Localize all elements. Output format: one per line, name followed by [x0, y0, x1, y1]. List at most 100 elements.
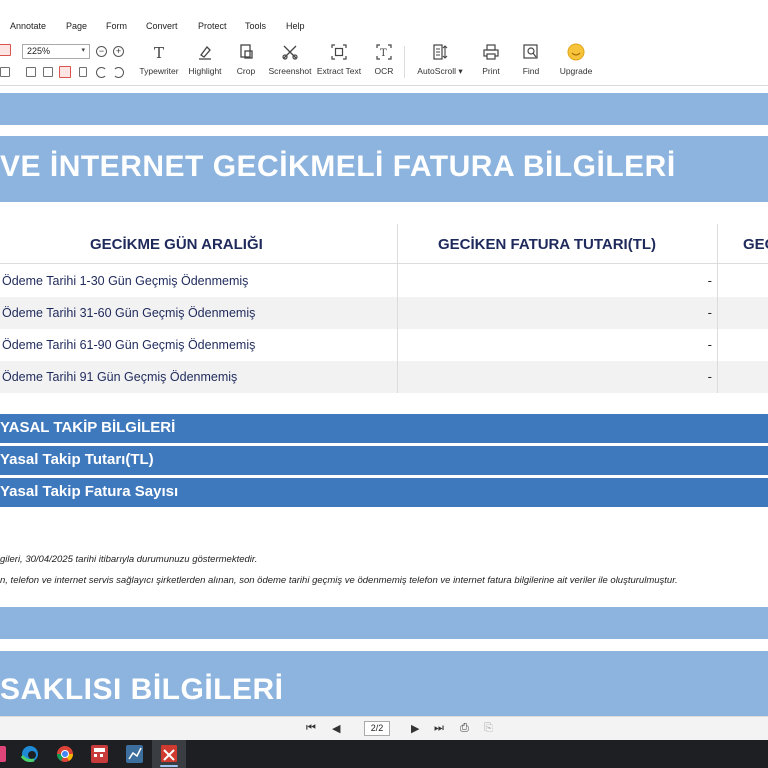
- next-page-icon[interactable]: ▶: [411, 722, 419, 735]
- section-title: VE İNTERNET GECİKMELİ FATURA BİLGİLERİ: [0, 150, 676, 183]
- legal-followup-count-row: Yasal Takip Fatura Sayısı: [0, 478, 768, 507]
- column-divider: [717, 224, 718, 393]
- row-range: Ödeme Tarihi 31-60 Gün Geçmiş Ödenmemiş: [2, 306, 256, 320]
- row-range: Ödeme Tarihi 1-30 Gün Geçmiş Ödenmemiş: [2, 274, 249, 288]
- next-view-icon[interactable]: ⎘: [484, 722, 493, 735]
- pdf-reader-icon[interactable]: [161, 745, 177, 762]
- screenshot-icon: [282, 45, 298, 60]
- highlight-button[interactable]: Highlight: [185, 43, 225, 76]
- column-header-partial: GEC: [743, 236, 768, 253]
- typewriter-icon: T: [154, 44, 164, 61]
- legal-followup-count-label: Yasal Takip Fatura Sayısı: [0, 483, 179, 500]
- autoscroll-button[interactable]: AutoScroll ▾: [414, 43, 466, 77]
- crop-button[interactable]: Crop: [232, 43, 260, 76]
- edge-browser-icon[interactable]: [20, 746, 38, 762]
- fit-width-icon[interactable]: [26, 67, 36, 77]
- header-band-bottom: [0, 607, 768, 639]
- print-label: Print: [482, 66, 500, 76]
- fit-page-icon[interactable]: [43, 67, 53, 77]
- last-page-icon[interactable]: ⏭: [434, 722, 444, 735]
- single-page-icon[interactable]: [79, 67, 87, 77]
- row-range: Ödeme Tarihi 91 Gün Geçmiş Ödenmemiş: [2, 370, 238, 384]
- autoscroll-text: AutoScroll: [417, 66, 457, 76]
- menu-tools[interactable]: Tools: [245, 21, 266, 31]
- taskbar-icons: [0, 745, 177, 763]
- find-button[interactable]: Find: [518, 43, 544, 76]
- zoom-in-icon[interactable]: +: [113, 46, 124, 57]
- page-number-value: 2/2: [370, 723, 384, 733]
- calculator-app-icon[interactable]: [91, 745, 108, 763]
- toolbar: 225% ▾ − + T Typewriter Highlight Crop S…: [0, 40, 768, 86]
- menu-help[interactable]: Help: [286, 21, 305, 31]
- rotate-left-icon[interactable]: [96, 67, 107, 78]
- legal-followup-section: YASAL TAKİP BİLGİLERİ: [0, 414, 768, 443]
- title-band-bottom: SAKLISI BİLGİLERİ: [0, 651, 768, 717]
- row-amount: -: [707, 369, 712, 384]
- table-row: Ödeme Tarihi 91 Gün Geçmiş Ödenmemiş -: [0, 361, 768, 393]
- app-partial-icon[interactable]: [0, 746, 6, 762]
- menu-convert[interactable]: Convert: [146, 21, 178, 31]
- typewriter-button[interactable]: T Typewriter: [138, 43, 180, 76]
- highlight-label: Highlight: [188, 66, 222, 76]
- section-title-bottom: SAKLISI BİLGİLERİ: [0, 673, 284, 706]
- typewriter-label: Typewriter: [139, 66, 179, 76]
- previous-page-icon[interactable]: ◀: [332, 722, 340, 735]
- footnote: n, telefon ve internet servis sağlayıcı …: [0, 575, 678, 586]
- highlight-icon: [199, 46, 211, 60]
- print-button[interactable]: Print: [478, 43, 504, 76]
- page-navigation-bar: ⏮ ◀ 2/2 ▶ ⏭ ⎙ ⎘: [0, 716, 768, 740]
- menu-annotate[interactable]: Annotate: [10, 21, 46, 31]
- header-band-top: [0, 93, 768, 125]
- row-amount: -: [707, 305, 712, 320]
- crop-icon: [240, 44, 253, 59]
- chart-app-icon[interactable]: [126, 745, 143, 763]
- find-icon: [523, 44, 538, 59]
- page-number-input[interactable]: 2/2: [364, 721, 390, 736]
- print-icon: [483, 44, 499, 60]
- chevron-down-icon: ▾: [458, 66, 463, 76]
- chevron-down-icon: ▾: [81, 47, 85, 54]
- extract-text-button[interactable]: Extract Text: [316, 43, 362, 76]
- menu-bar: Annotate Page Form Convert Protect Tools…: [0, 0, 768, 40]
- legal-followup-amount-row: Yasal Takip Tutarı(TL): [0, 446, 768, 475]
- rotate-right-icon[interactable]: [113, 67, 124, 78]
- extract-text-icon: [331, 44, 347, 60]
- screenshot-button[interactable]: Screenshot: [267, 43, 313, 76]
- upgrade-icon: [567, 43, 585, 61]
- svg-text:T: T: [380, 48, 387, 59]
- ocr-button[interactable]: T OCR: [370, 43, 398, 76]
- chrome-browser-icon[interactable]: [56, 746, 74, 762]
- column-header-amount: GECİKEN FATURA TUTARI(TL): [438, 236, 657, 253]
- autoscroll-label: AutoScroll ▾: [414, 66, 466, 77]
- autoscroll-icon: [433, 44, 448, 60]
- svg-text:T: T: [154, 44, 164, 61]
- ocr-label: OCR: [374, 66, 394, 76]
- menu-form[interactable]: Form: [106, 21, 127, 31]
- row-amount: -: [707, 273, 712, 288]
- table-row: Ödeme Tarihi 31-60 Gün Geçmiş Ödenmemiş …: [0, 297, 768, 329]
- crop-label: Crop: [236, 66, 256, 76]
- find-label: Find: [522, 66, 540, 76]
- extract-text-label: Extract Text: [316, 66, 362, 76]
- previous-view-icon[interactable]: ⎙: [460, 722, 469, 735]
- upgrade-button[interactable]: Upgrade: [558, 43, 594, 76]
- footnote: gileri, 30/04/2025 tarihi itibarıyla dur…: [0, 554, 258, 565]
- row-range: Ödeme Tarihi 61-90 Gün Geçmiş Ödenmemiş: [2, 338, 256, 352]
- page-icon[interactable]: [0, 67, 10, 77]
- upgrade-label: Upgrade: [559, 66, 593, 76]
- screenshot-label: Screenshot: [268, 66, 312, 76]
- toolbar-separator: [404, 46, 405, 78]
- first-page-icon[interactable]: ⏮: [306, 722, 316, 735]
- menu-protect[interactable]: Protect: [198, 21, 227, 31]
- legal-followup-title: YASAL TAKİP BİLGİLERİ: [0, 419, 176, 436]
- title-band: VE İNTERNET GECİKMELİ FATURA BİLGİLERİ: [0, 136, 768, 202]
- zoom-select[interactable]: 225% ▾: [22, 44, 90, 59]
- column-header-range: GECİKME GÜN ARALIĞI: [90, 236, 263, 253]
- row-amount: -: [707, 337, 712, 352]
- actual-size-icon[interactable]: [59, 66, 71, 78]
- table-row: Ödeme Tarihi 61-90 Gün Geçmiş Ödenmemiş …: [0, 329, 768, 361]
- menu-page[interactable]: Page: [66, 21, 87, 31]
- zoom-out-icon[interactable]: −: [96, 46, 107, 57]
- table-row: Ödeme Tarihi 1-30 Gün Geçmiş Ödenmemiş -: [0, 265, 768, 297]
- sign-icon[interactable]: [0, 44, 11, 56]
